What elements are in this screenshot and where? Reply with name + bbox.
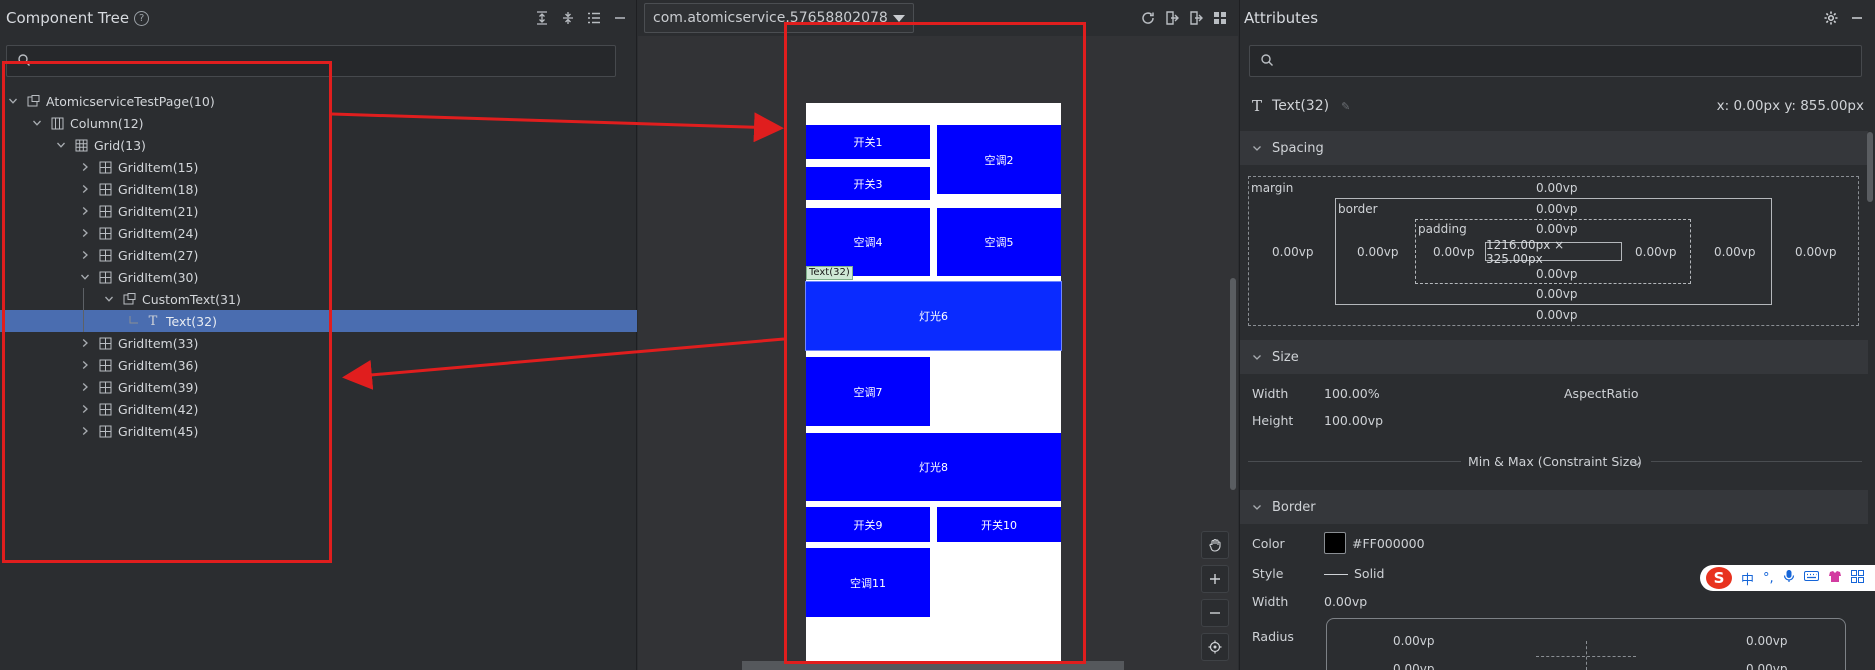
microphone-icon[interactable]: [1783, 569, 1795, 587]
radius-bottom-right[interactable]: 0.00vp: [1746, 662, 1787, 670]
padding-bottom-value[interactable]: 0.00vp: [1536, 267, 1577, 281]
section-title: Border: [1272, 499, 1316, 515]
text-type-icon: T: [1252, 97, 1263, 115]
annotation-box-preview: [784, 22, 1086, 664]
margin-label: margin: [1251, 181, 1294, 195]
minimize-icon[interactable]: [1849, 10, 1865, 26]
padding-right-value[interactable]: 0.00vp: [1635, 245, 1676, 259]
component-tree-header: Component Tree ?: [0, 0, 636, 36]
chevron-down-icon: [1252, 143, 1262, 153]
vertical-scrollbar[interactable]: [1230, 278, 1236, 490]
color-swatch[interactable]: [1324, 532, 1346, 554]
gear-icon[interactable]: [1823, 10, 1839, 26]
refresh-icon[interactable]: [1140, 10, 1156, 26]
border-right-value[interactable]: 0.00vp: [1714, 245, 1755, 259]
border-style-value[interactable]: Solid: [1354, 566, 1384, 581]
search-icon: [1260, 53, 1274, 70]
content-size-box: 1216.00px × 325.00px: [1485, 238, 1622, 266]
export-icon[interactable]: [1188, 10, 1204, 26]
layout-grid-icon[interactable]: [1212, 10, 1228, 26]
margin-right-value[interactable]: 0.00vp: [1795, 245, 1836, 259]
width-label: Width: [1252, 386, 1289, 401]
section-border[interactable]: Border: [1240, 490, 1868, 524]
ime-toolbar[interactable]: S 中 °,: [1700, 565, 1875, 591]
chevron-down-icon: [1632, 457, 1642, 471]
toolbox-icon[interactable]: [1850, 569, 1864, 587]
keyboard-icon[interactable]: [1803, 570, 1819, 586]
width-value[interactable]: 100.00%: [1324, 386, 1380, 401]
panel-title: Attributes: [1244, 9, 1319, 27]
margin-top-value[interactable]: 0.00vp: [1536, 181, 1577, 195]
selected-component-line: T Text(32) ✎ x: 0.00px y: 855.00px: [1252, 96, 1864, 116]
chevron-down-icon: [1252, 502, 1262, 512]
border-style-label: Style: [1252, 566, 1284, 581]
attribute-search-input[interactable]: [1249, 45, 1862, 77]
divider: [1651, 461, 1862, 462]
zoom-out-icon[interactable]: [1201, 599, 1229, 627]
list-view-icon[interactable]: [586, 10, 602, 26]
skin-icon[interactable]: [1828, 570, 1842, 587]
padding-left-value[interactable]: 0.00vp: [1433, 245, 1474, 259]
radius-top-left[interactable]: 0.00vp: [1393, 634, 1434, 648]
radius-top-right[interactable]: 0.00vp: [1746, 634, 1787, 648]
height-label: Height: [1252, 413, 1294, 428]
ime-logo[interactable]: S: [1706, 567, 1732, 589]
solid-line-icon: [1324, 574, 1348, 575]
ime-language[interactable]: 中: [1741, 569, 1754, 588]
section-spacing[interactable]: Spacing: [1240, 131, 1868, 165]
locate-icon[interactable]: [1201, 633, 1229, 661]
border-width-label: Width: [1252, 594, 1289, 609]
radius-bottom-left[interactable]: 0.00vp: [1393, 662, 1434, 670]
min-max-toggle[interactable]: Min & Max (Constraint Size): [1468, 454, 1642, 469]
help-icon[interactable]: ?: [134, 10, 150, 26]
border-width-value[interactable]: 0.00vp: [1324, 594, 1367, 609]
border-top-value[interactable]: 0.00vp: [1536, 202, 1577, 216]
aspect-ratio-label: AspectRatio: [1564, 386, 1639, 401]
border-label: border: [1338, 202, 1378, 216]
border-left-value[interactable]: 0.00vp: [1357, 245, 1398, 259]
pin-icon[interactable]: ✎: [1341, 100, 1350, 113]
padding-top-value[interactable]: 0.00vp: [1536, 222, 1577, 236]
panel-title: Component Tree: [6, 9, 130, 27]
section-size[interactable]: Size: [1240, 340, 1868, 374]
component-position: x: 0.00px y: 855.00px: [1716, 98, 1864, 114]
punctuation-icon[interactable]: °,: [1763, 571, 1774, 586]
component-name: Text(32): [1272, 98, 1330, 114]
collapse-all-icon[interactable]: [560, 10, 576, 26]
import-icon[interactable]: [1164, 10, 1180, 26]
chevron-down-icon: [893, 15, 905, 22]
annotation-box-tree: [2, 61, 332, 563]
margin-bottom-value[interactable]: 0.00vp: [1536, 308, 1577, 322]
pan-hand-icon[interactable]: [1201, 531, 1229, 559]
border-radius-label: Radius: [1252, 629, 1294, 644]
height-value[interactable]: 100.00vp: [1324, 413, 1383, 428]
radius-crosshair-v: [1586, 641, 1587, 670]
zoom-in-icon[interactable]: [1201, 565, 1229, 593]
divider: [1248, 461, 1461, 462]
section-title: Size: [1272, 349, 1299, 365]
attributes-scrollbar[interactable]: [1867, 132, 1873, 202]
expand-all-icon[interactable]: [534, 10, 550, 26]
border-bottom-value[interactable]: 0.00vp: [1536, 287, 1577, 301]
section-title: Spacing: [1272, 140, 1324, 156]
border-color-label: Color: [1252, 536, 1285, 551]
margin-left-value[interactable]: 0.00vp: [1272, 245, 1313, 259]
attributes-header: Attributes: [1240, 0, 1875, 36]
padding-label: padding: [1418, 222, 1467, 236]
chevron-down-icon: [1252, 352, 1262, 362]
minimize-icon[interactable]: [612, 10, 628, 26]
border-color-value[interactable]: #FF000000: [1352, 536, 1425, 551]
